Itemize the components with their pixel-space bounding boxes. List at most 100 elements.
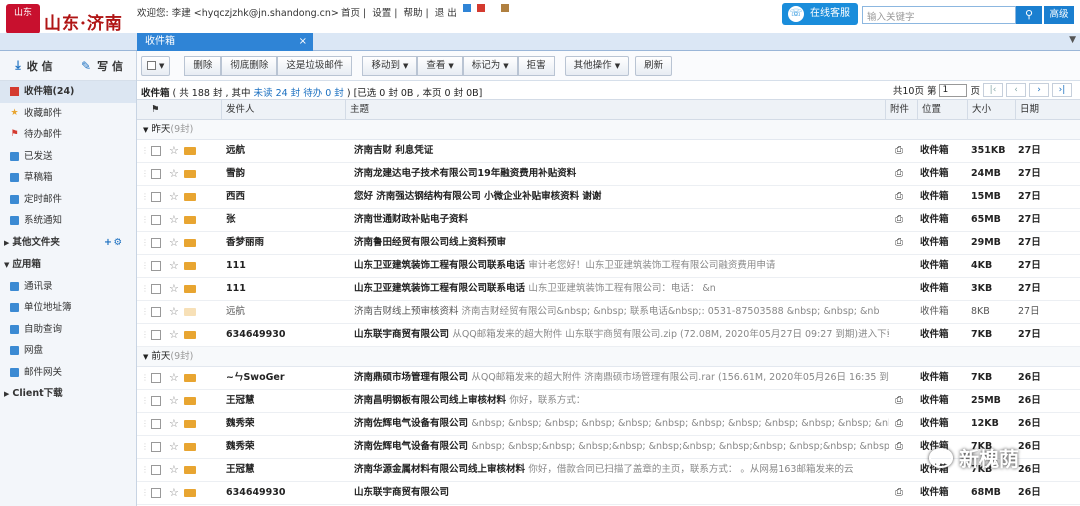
sender[interactable]: 111 bbox=[226, 278, 344, 300]
attachment-icon[interactable]: ⎙ bbox=[889, 413, 909, 435]
subject[interactable]: 山东联宇商贸有限公司 bbox=[354, 482, 889, 504]
sender[interactable]: 111 bbox=[226, 255, 344, 277]
spam-button[interactable]: 这是垃圾邮件 bbox=[277, 55, 353, 76]
mail-row[interactable]: ⋮⋮ ☆ 张济南世通财政补贴电子资料 ⎙ 收件箱 65MB 27日 bbox=[137, 209, 1080, 232]
refresh-button[interactable]: 刷新 bbox=[635, 55, 673, 76]
flag-col-icon[interactable]: ⚑ bbox=[147, 100, 160, 119]
subject[interactable]: 济南吉财线上预审核资料 济南吉财经贸有限公司&nbsp; &nbsp; 联系电话… bbox=[354, 301, 889, 323]
star-icon[interactable]: ☆ bbox=[169, 482, 179, 504]
row-checkbox[interactable] bbox=[151, 238, 161, 248]
client-download-section[interactable]: ▶ Client下载 bbox=[0, 383, 136, 405]
subject[interactable]: 济南昌明钢板有限公司线上审核材料 你好，联系方式： bbox=[354, 390, 889, 412]
subject[interactable]: 济南世通财政补贴电子资料 bbox=[354, 209, 889, 231]
attachment-icon[interactable]: ⎙ bbox=[889, 232, 909, 254]
sender[interactable]: 王冠慧 bbox=[226, 459, 344, 481]
next-page-button[interactable]: › bbox=[1029, 83, 1049, 97]
sender[interactable]: 王冠慧 bbox=[226, 390, 344, 412]
mail-row[interactable]: ⋮⋮ ☆ 香梦丽雨 济南鲁田经贸有限公司线上资料预审 ⎙ 收件箱 29MB 27日 bbox=[137, 232, 1080, 255]
sidebar-item-sent[interactable]: 已发送 bbox=[0, 146, 136, 168]
view-button[interactable]: 查看 ▼ bbox=[417, 55, 463, 76]
move-to-button[interactable]: 移动到 ▼ bbox=[362, 55, 418, 76]
last-page-button[interactable]: ›| bbox=[1052, 83, 1072, 97]
star-icon[interactable]: ☆ bbox=[169, 324, 179, 346]
mail-row[interactable]: ⋮⋮ ☆ 西西 您好 济南强达钢结构有限公司 小微企业补贴审核资料 谢谢 ⎙ 收件箱 15… bbox=[137, 186, 1080, 209]
mail-row[interactable]: ⋮⋮ ☆ ~ㄣSwoGer 济南鼎硕市场管理有限公司 从QQ邮箱发来的超大附件 济南鼎… bbox=[137, 367, 1080, 390]
star-icon[interactable]: ☆ bbox=[169, 436, 179, 458]
sender[interactable]: ~ㄣSwoGer bbox=[226, 367, 344, 389]
receive-button[interactable]: ⤓ 收 信 bbox=[0, 58, 68, 74]
star-icon[interactable]: ☆ bbox=[169, 232, 179, 254]
search-button[interactable]: ⚲ bbox=[1016, 6, 1042, 24]
star-icon[interactable]: ☆ bbox=[169, 186, 179, 208]
sidebar-item-netdisk[interactable]: 网盘 bbox=[0, 340, 136, 362]
star-icon[interactable]: ☆ bbox=[169, 367, 179, 389]
col-date[interactable]: 日期 bbox=[1015, 100, 1070, 119]
attachment-icon[interactable]: ⎙ bbox=[889, 140, 909, 162]
col-subject[interactable]: 主题 bbox=[345, 100, 885, 119]
page-select[interactable]: 1 bbox=[939, 83, 968, 97]
star-icon[interactable]: ☆ bbox=[169, 163, 179, 185]
prev-page-button[interactable]: ‹ bbox=[1006, 83, 1026, 97]
sender[interactable]: 634649930 bbox=[226, 482, 344, 504]
mail-row[interactable]: ⋮⋮ ☆ 634649930 山东联宇商贸有限公司 从QQ邮箱发来的超大附件 山东联宇… bbox=[137, 324, 1080, 347]
attachment-icon[interactable]: ⎙ bbox=[889, 186, 909, 208]
date-group-header[interactable]: ▼ 昨天(9封) bbox=[137, 120, 1080, 140]
subject[interactable]: 济南佐辉电气设备有限公司 &nbsp; &nbsp; &nbsp; &nbsp;… bbox=[354, 413, 889, 435]
search-input[interactable]: 输入关键字 bbox=[862, 6, 1016, 24]
sidebar-item-contacts[interactable]: 通讯录 bbox=[0, 276, 136, 298]
sidebar-item-notices[interactable]: 系统通知 bbox=[0, 210, 136, 232]
star-icon[interactable]: ☆ bbox=[169, 413, 179, 435]
sidebar-item-mail-gateway[interactable]: 邮件网关 bbox=[0, 362, 136, 384]
mail-row[interactable]: ⋮⋮ ☆ 王冠慧 济南昌明钢板有限公司线上审核材料 你好，联系方式： ⎙ 收件箱 25MB 2… bbox=[137, 390, 1080, 413]
row-checkbox[interactable] bbox=[151, 396, 161, 406]
mail-row[interactable]: ⋮⋮ ☆ 魏秀荣 济南佐辉电气设备有限公司 &nbsp; &nbsp; &nbsp; … bbox=[137, 413, 1080, 436]
col-location[interactable]: 位置 bbox=[917, 100, 967, 119]
attachment-icon[interactable]: ⎙ bbox=[889, 482, 909, 504]
row-checkbox[interactable] bbox=[151, 488, 161, 498]
sender[interactable]: 张 bbox=[226, 209, 344, 231]
subject[interactable]: 济南鲁田经贸有限公司线上资料预审 bbox=[354, 232, 889, 254]
site-logo[interactable]: 山东 bbox=[6, 4, 40, 34]
mail-row[interactable]: ⋮⋮ ☆ 634649930 山东联宇商贸有限公司 ⎙ 收件箱 68MB 26日 bbox=[137, 482, 1080, 505]
delete-button[interactable]: 删除 bbox=[184, 55, 222, 76]
more-actions-button[interactable]: 其他操作 ▼ bbox=[564, 55, 630, 76]
sidebar-item-drafts[interactable]: 草稿箱 bbox=[0, 167, 136, 189]
link-logout[interactable]: 退 出 bbox=[435, 8, 457, 19]
todo-count-link[interactable]: 待办 0 封 bbox=[303, 88, 344, 99]
col-attach[interactable]: 附件 bbox=[885, 100, 917, 119]
sidebar-item-starred[interactable]: ★ 收藏邮件 bbox=[0, 103, 136, 125]
sidebar-item-self-query[interactable]: 自助查询 bbox=[0, 319, 136, 341]
sender[interactable]: 雪韵 bbox=[226, 163, 344, 185]
star-icon[interactable]: ☆ bbox=[169, 278, 179, 300]
sidebar-item-todo[interactable]: ⚑ 待办邮件 bbox=[0, 124, 136, 146]
subject[interactable]: 济南吉财 利息凭证 bbox=[354, 140, 889, 162]
row-checkbox[interactable] bbox=[151, 419, 161, 429]
row-checkbox[interactable] bbox=[151, 442, 161, 452]
row-checkbox[interactable] bbox=[151, 146, 161, 156]
attachment-icon[interactable]: ⎙ bbox=[889, 390, 909, 412]
first-page-button[interactable]: |‹ bbox=[983, 83, 1003, 97]
subject[interactable]: 山东联宇商贸有限公司 从QQ邮箱发来的超大附件 山东联宇商贸有限公司.zip (… bbox=[354, 324, 889, 346]
online-service-button[interactable]: ☏ 在线客服 bbox=[782, 3, 858, 25]
perm-delete-button[interactable]: 彻底删除 bbox=[221, 55, 278, 76]
subject[interactable]: 济南鼎硕市场管理有限公司 从QQ邮箱发来的超大附件 济南鼎硕市场管理有限公司.r… bbox=[354, 367, 889, 389]
sidebar-item-org-addressbook[interactable]: 单位地址簿 bbox=[0, 297, 136, 319]
star-icon[interactable]: ☆ bbox=[169, 140, 179, 162]
star-icon[interactable]: ☆ bbox=[169, 459, 179, 481]
row-checkbox[interactable] bbox=[151, 261, 161, 271]
row-checkbox[interactable] bbox=[151, 330, 161, 340]
mail-row[interactable]: ⋮⋮ ☆ 远航 济南吉财 利息凭证 ⎙ 收件箱 351KB 27日 bbox=[137, 140, 1080, 163]
subject[interactable]: 济南华源金属材料有限公司线上审核材料 你好，借款合同已扫描了盖章的主页，联系方式… bbox=[354, 459, 889, 481]
link-home[interactable]: 首页 bbox=[341, 8, 360, 19]
compose-button[interactable]: ✎ 写 信 bbox=[68, 58, 136, 74]
star-icon[interactable]: ☆ bbox=[169, 390, 179, 412]
refuse-button[interactable]: 拒害 bbox=[517, 55, 555, 76]
sender[interactable]: 远航 bbox=[226, 301, 344, 323]
row-checkbox[interactable] bbox=[151, 215, 161, 225]
row-checkbox[interactable] bbox=[151, 169, 161, 179]
sidebar-item-inbox[interactable]: 收件箱(24) bbox=[0, 81, 136, 103]
mail-row[interactable]: ⋮⋮ ☆ 111 山东卫亚建筑装饰工程有限公司联系电话 山东卫亚建筑装饰工程有限公司：… bbox=[137, 278, 1080, 301]
link-help[interactable]: 帮助 bbox=[404, 8, 423, 19]
tab-inbox[interactable]: 收件箱 × bbox=[137, 33, 313, 51]
row-checkbox[interactable] bbox=[151, 465, 161, 475]
